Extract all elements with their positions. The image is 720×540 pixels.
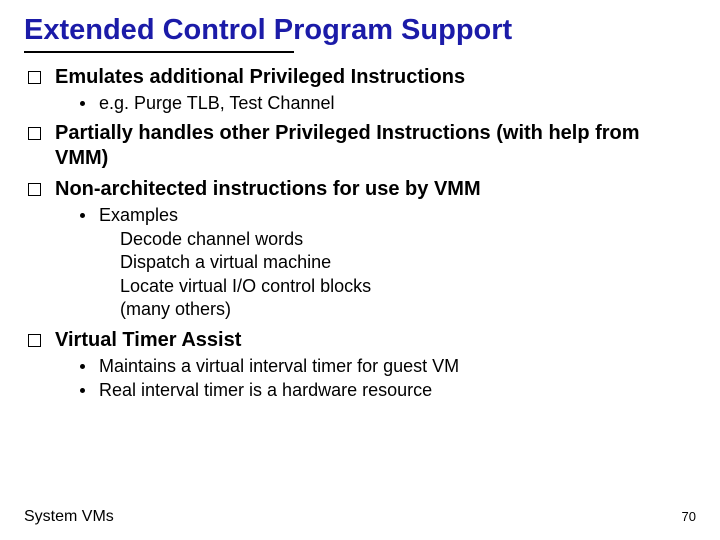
dot-bullet-icon <box>80 213 85 218</box>
subbullet-examples: Examples <box>80 204 696 227</box>
subbullet-text: e.g. Purge TLB, Test Channel <box>99 92 696 115</box>
slide: Extended Control Program Support Emulate… <box>0 0 720 540</box>
square-bullet-icon <box>28 71 41 84</box>
square-bullet-icon <box>28 334 41 347</box>
bullet-text: Non-architected instructions for use by … <box>55 177 696 202</box>
example-line: Dispatch a virtual machine <box>120 251 696 274</box>
bullet-partially-handles: Partially handles other Privileged Instr… <box>28 121 696 171</box>
footer-source: System VMs <box>24 508 114 526</box>
example-line: (many others) <box>120 298 696 321</box>
bullet-text: Partially handles other Privileged Instr… <box>55 121 696 171</box>
dot-bullet-icon <box>80 364 85 369</box>
subbullet-real-interval: Real interval timer is a hardware resour… <box>80 379 696 402</box>
bullet-text: Emulates additional Privileged Instructi… <box>55 65 696 90</box>
title-rule <box>24 51 294 53</box>
square-bullet-icon <box>28 183 41 196</box>
bullet-emulates: Emulates additional Privileged Instructi… <box>28 65 696 90</box>
dot-bullet-icon <box>80 388 85 393</box>
subbullet-maintains: Maintains a virtual interval timer for g… <box>80 355 696 378</box>
subbullet-text: Examples <box>99 204 696 227</box>
square-bullet-icon <box>28 127 41 140</box>
subbullet-eg-purge: e.g. Purge TLB, Test Channel <box>80 92 696 115</box>
slide-title: Extended Control Program Support <box>24 14 696 47</box>
dot-bullet-icon <box>80 101 85 106</box>
subbullet-text: Real interval timer is a hardware resour… <box>99 379 696 402</box>
bullet-virtual-timer: Virtual Timer Assist <box>28 328 696 353</box>
bullet-non-architected: Non-architected instructions for use by … <box>28 177 696 202</box>
example-line: Locate virtual I/O control blocks <box>120 275 696 298</box>
slide-footer: System VMs 70 <box>24 508 696 526</box>
page-number: 70 <box>682 509 696 524</box>
slide-body: Emulates additional Privileged Instructi… <box>24 65 696 402</box>
subbullet-text: Maintains a virtual interval timer for g… <box>99 355 696 378</box>
example-line: Decode channel words <box>120 228 696 251</box>
bullet-text: Virtual Timer Assist <box>55 328 696 353</box>
